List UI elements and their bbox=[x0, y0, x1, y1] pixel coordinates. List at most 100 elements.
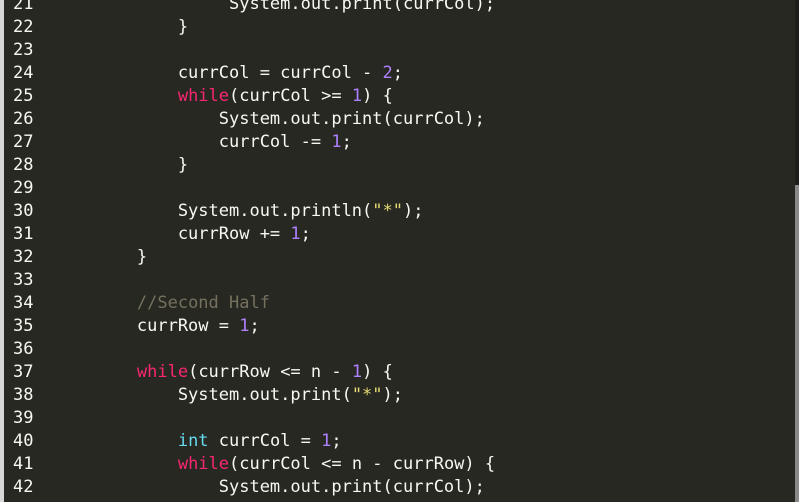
line-text[interactable]: System.out.print(currCol); bbox=[45, 108, 799, 131]
code-line[interactable]: 30 System.out.println("*"); bbox=[4, 200, 799, 223]
code-line[interactable]: 29 bbox=[4, 177, 799, 200]
line-number: 30 bbox=[13, 201, 34, 221]
vertical-scrollbar[interactable] bbox=[795, 0, 799, 502]
line-number: 24 bbox=[13, 63, 34, 83]
code-line[interactable]: 32 } bbox=[4, 246, 799, 269]
code-token: 1 bbox=[321, 431, 332, 451]
code-area[interactable]: 21 System.out.print(currCol); 22 } 23 24 cu… bbox=[4, 0, 799, 502]
code-token: (currRow <= n - bbox=[188, 362, 352, 382]
code-token: System.out.println( bbox=[55, 201, 373, 221]
code-line[interactable]: 35 currRow = 1; bbox=[4, 315, 799, 338]
code-token: 1 bbox=[290, 224, 301, 244]
code-line[interactable]: 25 while(currCol >= 1) { bbox=[4, 85, 799, 108]
code-token: ); bbox=[382, 385, 404, 405]
line-number: 39 bbox=[13, 408, 34, 428]
code-token: ; bbox=[249, 316, 260, 336]
code-token: ; bbox=[300, 224, 311, 244]
line-text[interactable]: System.out.print("*"); bbox=[45, 384, 799, 407]
code-line[interactable]: 34 //Second Half bbox=[4, 292, 799, 315]
code-line[interactable]: 31 currRow += 1; bbox=[4, 223, 799, 246]
line-text[interactable] bbox=[45, 39, 799, 62]
code-token: while bbox=[136, 362, 189, 382]
code-line[interactable]: 33 bbox=[4, 269, 799, 292]
line-number: 27 bbox=[13, 132, 34, 152]
code-token: 1 bbox=[351, 362, 363, 382]
line-text[interactable]: } bbox=[45, 154, 799, 177]
code-line[interactable]: 37 while(currRow <= n - 1) { bbox=[4, 361, 799, 384]
line-number: 40 bbox=[13, 431, 34, 451]
line-text[interactable]: currCol -= 1; bbox=[45, 131, 799, 154]
line-text[interactable] bbox=[45, 269, 799, 292]
code-token: ) { bbox=[362, 362, 393, 382]
code-line[interactable]: 27 currCol -= 1; bbox=[4, 131, 799, 154]
code-line[interactable]: 23 bbox=[4, 39, 799, 62]
line-text[interactable]: while(currCol <= n - currRow) { bbox=[45, 453, 799, 476]
line-text[interactable] bbox=[45, 407, 799, 430]
code-token: currCol = bbox=[208, 431, 322, 451]
line-number: 29 bbox=[13, 178, 34, 198]
line-text[interactable] bbox=[45, 177, 799, 200]
line-text[interactable]: currRow = 1; bbox=[45, 315, 799, 338]
code-token: (currCol <= n - currRow) { bbox=[229, 454, 496, 474]
line-number: 33 bbox=[13, 270, 34, 290]
code-token: currRow = bbox=[55, 316, 240, 336]
code-token: (currCol >= bbox=[229, 86, 352, 106]
line-text[interactable]: System.out.print(currCol); bbox=[45, 476, 799, 499]
line-text[interactable]: System.out.println("*"); bbox=[45, 200, 799, 223]
code-token: 2 bbox=[382, 63, 393, 83]
code-line[interactable]: 22 } bbox=[4, 16, 799, 39]
code-line[interactable]: 42 System.out.print(currCol); bbox=[4, 476, 799, 499]
code-line[interactable]: 39 bbox=[4, 407, 799, 430]
code-token: ; bbox=[392, 63, 404, 83]
code-token: } bbox=[55, 247, 148, 267]
line-text[interactable]: //Second Half bbox=[45, 292, 799, 315]
line-number: 22 bbox=[13, 17, 34, 37]
line-text[interactable]: } bbox=[45, 246, 799, 269]
code-token: currCol -= bbox=[55, 132, 332, 152]
line-number: 34 bbox=[13, 293, 34, 313]
code-line[interactable]: 21 System.out.print(currCol); bbox=[4, 0, 799, 16]
code-editor[interactable]: 21 System.out.print(currCol); 22 } 23 24 cu… bbox=[0, 0, 799, 502]
line-number: 23 bbox=[13, 40, 34, 60]
code-token: "*" bbox=[351, 385, 383, 405]
line-text[interactable]: System.out.print(currCol); bbox=[45, 0, 799, 16]
code-token: "*" bbox=[372, 201, 403, 221]
code-line[interactable]: 38 System.out.print("*"); bbox=[4, 384, 799, 407]
code-token: while bbox=[177, 454, 230, 474]
code-token: int bbox=[177, 431, 209, 451]
code-line[interactable]: 41 while(currCol <= n - currRow) { bbox=[4, 453, 799, 476]
line-number: 31 bbox=[13, 224, 34, 244]
line-number: 38 bbox=[13, 385, 34, 405]
code-token: 1 bbox=[331, 132, 342, 152]
line-text[interactable]: currCol = currCol - 2; bbox=[45, 62, 799, 85]
code-line[interactable]: 24 currCol = currCol - 2; bbox=[4, 62, 799, 85]
code-line[interactable]: 40 int currCol = 1; bbox=[4, 430, 799, 453]
code-token: System.out.print(currCol); bbox=[55, 477, 485, 497]
line-text[interactable]: while(currCol >= 1) { bbox=[45, 85, 799, 108]
line-number: 21 bbox=[13, 0, 34, 14]
code-token: } bbox=[55, 155, 189, 175]
code-token: currRow += bbox=[55, 224, 291, 244]
code-token: System.out.print( bbox=[55, 385, 352, 405]
code-token: ); bbox=[403, 201, 424, 221]
code-line[interactable]: 36 bbox=[4, 338, 799, 361]
line-text[interactable]: int currCol = 1; bbox=[45, 430, 799, 453]
line-number: 41 bbox=[13, 454, 34, 474]
line-text[interactable]: currRow += 1; bbox=[45, 223, 799, 246]
line-number: 25 bbox=[13, 86, 34, 106]
line-number: 42 bbox=[13, 477, 34, 497]
line-text[interactable]: } bbox=[45, 16, 799, 39]
code-token: 1 bbox=[351, 86, 363, 106]
line-text[interactable] bbox=[45, 338, 799, 361]
scrollbar-thumb[interactable] bbox=[795, 185, 799, 502]
code-token: System.out.print(currCol); bbox=[55, 109, 485, 129]
code-line[interactable]: 26 System.out.print(currCol); bbox=[4, 108, 799, 131]
line-number: 28 bbox=[13, 155, 34, 175]
line-text[interactable]: while(currRow <= n - 1) { bbox=[45, 361, 799, 384]
code-token: //Second Half bbox=[136, 293, 270, 313]
code-line[interactable]: 28 } bbox=[4, 154, 799, 177]
